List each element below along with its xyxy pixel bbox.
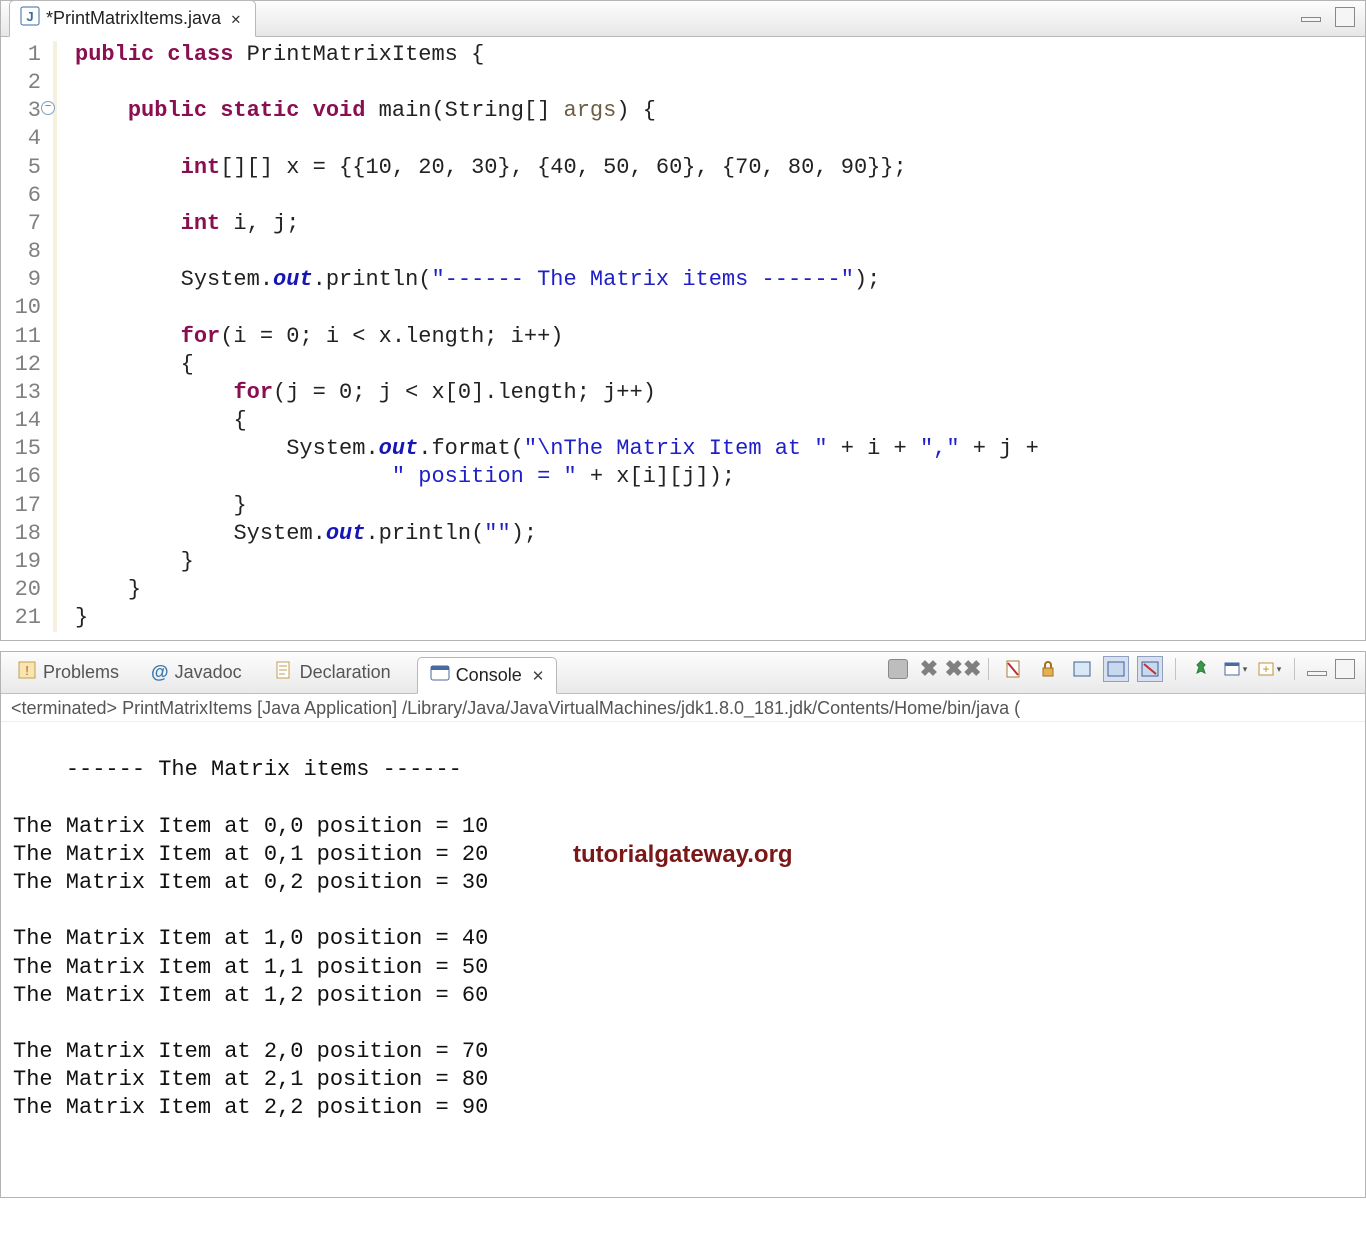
line-number: 20 — [1, 576, 45, 604]
tab-label: Declaration — [300, 662, 391, 683]
maximize-icon[interactable] — [1335, 7, 1355, 27]
line-number: 7 — [1, 210, 45, 238]
line-number: 2 — [1, 69, 45, 97]
editor-body: 1 2 3 4 5 6 7 8 9 10 11 12 13 14 15 16 1… — [1, 37, 1365, 640]
views-tabbar: ! Problems @ Javadoc Declaration Console… — [1, 652, 1365, 694]
line-number: 11 — [1, 323, 45, 351]
open-console-icon[interactable]: +▾ — [1256, 656, 1282, 682]
line-number: 6 — [1, 182, 45, 210]
toolbar-separator — [1175, 658, 1176, 680]
line-number: 3 — [1, 97, 45, 125]
tab-problems[interactable]: ! Problems — [11, 656, 125, 689]
show-stdout-icon[interactable] — [1103, 656, 1129, 682]
javadoc-icon: @ — [151, 662, 169, 683]
tab-javadoc[interactable]: @ Javadoc — [145, 658, 248, 687]
editor-tab-title: *PrintMatrixItems.java — [46, 8, 221, 29]
toolbar-separator — [988, 658, 989, 680]
line-number: 8 — [1, 238, 45, 266]
maximize-view-icon[interactable] — [1335, 659, 1355, 679]
line-number: 19 — [1, 548, 45, 576]
line-number: 14 — [1, 407, 45, 435]
line-number: 12 — [1, 351, 45, 379]
scroll-lock-icon[interactable] — [1035, 656, 1061, 682]
line-number: 17 — [1, 492, 45, 520]
editor-window: J *PrintMatrixItems.java ✕ 1 2 3 4 5 6 7… — [0, 0, 1366, 641]
editor-tabbar: J *PrintMatrixItems.java ✕ — [1, 1, 1365, 37]
console-output[interactable]: ------ The Matrix items ------ The Matri… — [1, 722, 1365, 1197]
code-area[interactable]: public class PrintMatrixItems { public s… — [57, 41, 1365, 632]
watermark-text: tutorialgateway.org — [573, 840, 793, 871]
close-tab-icon[interactable]: ✕ — [532, 667, 545, 685]
line-number: 18 — [1, 520, 45, 548]
fold-toggle-icon[interactable]: − — [41, 101, 55, 115]
console-icon — [430, 663, 450, 688]
line-number-gutter: 1 2 3 4 5 6 7 8 9 10 11 12 13 14 15 16 1… — [1, 41, 57, 632]
svg-text:J: J — [26, 9, 33, 24]
editor-tab-active[interactable]: J *PrintMatrixItems.java ✕ — [9, 0, 256, 37]
tab-label: Javadoc — [175, 662, 242, 683]
line-number: 21 — [1, 604, 45, 632]
line-number: 16 — [1, 463, 45, 491]
clear-console-icon[interactable] — [1001, 656, 1027, 682]
console-status-line: <terminated> PrintMatrixItems [Java Appl… — [1, 694, 1365, 722]
problems-icon: ! — [17, 660, 37, 685]
toolbar-separator — [1294, 658, 1295, 680]
java-file-icon: J — [20, 6, 40, 31]
svg-text:!: ! — [25, 663, 29, 678]
minimize-icon[interactable] — [1301, 17, 1321, 22]
remove-launch-icon[interactable]: ✖ — [916, 656, 942, 682]
declaration-icon — [274, 660, 294, 685]
line-number: 4 — [1, 125, 45, 153]
minimize-view-icon[interactable] — [1307, 671, 1327, 676]
remove-all-icon[interactable]: ✖✖ — [950, 656, 976, 682]
console-text: ------ The Matrix items ------ The Matri… — [13, 757, 488, 1120]
show-stderr-icon[interactable] — [1137, 656, 1163, 682]
line-number: 15 — [1, 435, 45, 463]
close-tab-icon[interactable]: ✕ — [231, 9, 241, 28]
line-number: 10 — [1, 294, 45, 322]
tab-label: Problems — [43, 662, 119, 683]
line-number: 1 — [1, 41, 45, 69]
line-number: 13 — [1, 379, 45, 407]
terminate-icon[interactable] — [888, 659, 908, 679]
pin-console-icon[interactable] — [1188, 656, 1214, 682]
tab-declaration[interactable]: Declaration — [268, 656, 397, 689]
show-console-icon[interactable] — [1069, 656, 1095, 682]
display-selected-console-icon[interactable]: ▾ — [1222, 656, 1248, 682]
line-number: 5 — [1, 154, 45, 182]
tab-console[interactable]: Console ✕ — [417, 657, 558, 694]
bottom-panel: ! Problems @ Javadoc Declaration Console… — [0, 651, 1366, 1198]
window-controls — [1301, 7, 1355, 27]
svg-text:+: + — [1262, 662, 1269, 676]
tab-label: Console — [456, 665, 522, 686]
console-toolbar: ✖ ✖✖ ▾ +▾ — [888, 656, 1355, 682]
line-number: 9 — [1, 266, 45, 294]
